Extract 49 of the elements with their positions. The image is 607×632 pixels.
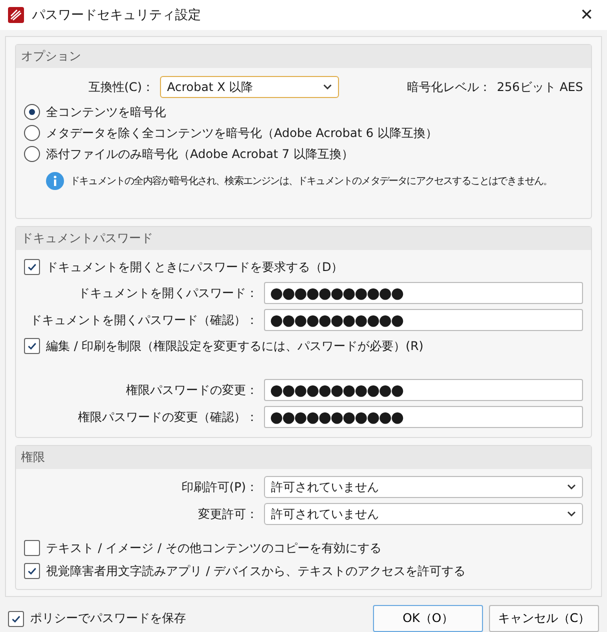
- field-label: 権限パスワードの変更（確認）：: [77, 408, 258, 426]
- checkbox-label: ポリシーでパスワードを保存: [30, 610, 187, 627]
- ok-button[interactable]: OK（O）: [373, 605, 483, 632]
- field-label: 印刷許可(P)：: [180, 478, 258, 496]
- checkbox-label: テキスト / イメージ / その他コンテンツのコピーを有効にする: [46, 540, 382, 556]
- checkbox[interactable]: [24, 259, 40, 275]
- section-title: ドキュメントパスワード: [16, 227, 591, 250]
- info-text: ドキュメントの全内容が暗号化され、検索エンジンは、ドキュメントのメタデータにアクセスすることはできません。: [70, 174, 552, 188]
- chevron-down-icon: [567, 484, 576, 490]
- permission-dropdown[interactable]: 許可されていません: [264, 476, 583, 498]
- chevron-down-icon: [323, 84, 332, 90]
- section-title: オプション: [16, 45, 591, 68]
- checkbox[interactable]: [8, 610, 24, 626]
- field-label: ドキュメントを開くパスワード（確認）：: [29, 312, 258, 328]
- field-label: ドキュメントを開くパスワード：: [77, 284, 258, 302]
- field-label: 互換性(C)：: [87, 78, 154, 96]
- cancel-button[interactable]: キャンセル（C）: [489, 605, 599, 632]
- password-field[interactable]: ●●●●●●●●●●●: [264, 406, 583, 428]
- section-title: 権限: [16, 446, 591, 469]
- encryption-level-value: 256ビット AES: [496, 78, 583, 96]
- password-field[interactable]: ●●●●●●●●●●●: [264, 309, 583, 331]
- radio-label: 添付ファイルのみ暗号化（Adobe Acrobat 7 以降互換）: [46, 146, 354, 162]
- checkmark-icon: [11, 614, 21, 624]
- radio-button[interactable]: [24, 104, 40, 120]
- checkbox[interactable]: [24, 563, 40, 579]
- password-field[interactable]: ●●●●●●●●●●●: [264, 282, 583, 304]
- compatibility-dropdown[interactable]: Acrobat X 以降: [160, 76, 340, 98]
- radio-label: メタデータを除く全コンテンツを暗号化（Adobe Acrobat 6 以降互換）: [46, 124, 438, 142]
- chevron-down-icon: [567, 511, 576, 517]
- radio-label: 全コンテンツを暗号化: [46, 104, 166, 120]
- checkbox-label: 視覚障害者用文字読みアプリ / デバイスから、テキストのアクセスを許可する: [46, 562, 466, 580]
- radio-button[interactable]: [24, 125, 40, 141]
- checkbox[interactable]: [24, 540, 40, 556]
- field-label: 権限パスワードの変更：: [125, 382, 258, 398]
- field-label: 変更許可：: [197, 506, 258, 522]
- field-label: 暗号化レベル：: [406, 78, 491, 96]
- checkmark-icon: [27, 566, 37, 576]
- close-button[interactable]: ✕: [574, 5, 599, 25]
- checkbox-label: ドキュメントを開くときにパスワードを要求する（D）: [46, 258, 344, 276]
- password-field[interactable]: ●●●●●●●●●●●: [264, 379, 583, 401]
- app-logo-icon: [8, 7, 24, 23]
- checkbox-label: 編集 / 印刷を制限（権限設定を変更するには、パスワードが必要）(R): [46, 338, 424, 354]
- checkbox[interactable]: [24, 338, 40, 354]
- radio-button[interactable]: [24, 146, 40, 162]
- permission-dropdown[interactable]: 許可されていません: [264, 503, 583, 525]
- window-title: パスワードセキュリティ設定: [32, 7, 202, 24]
- checkmark-icon: [27, 341, 37, 351]
- checkmark-icon: [27, 262, 37, 272]
- info-icon: [46, 172, 64, 190]
